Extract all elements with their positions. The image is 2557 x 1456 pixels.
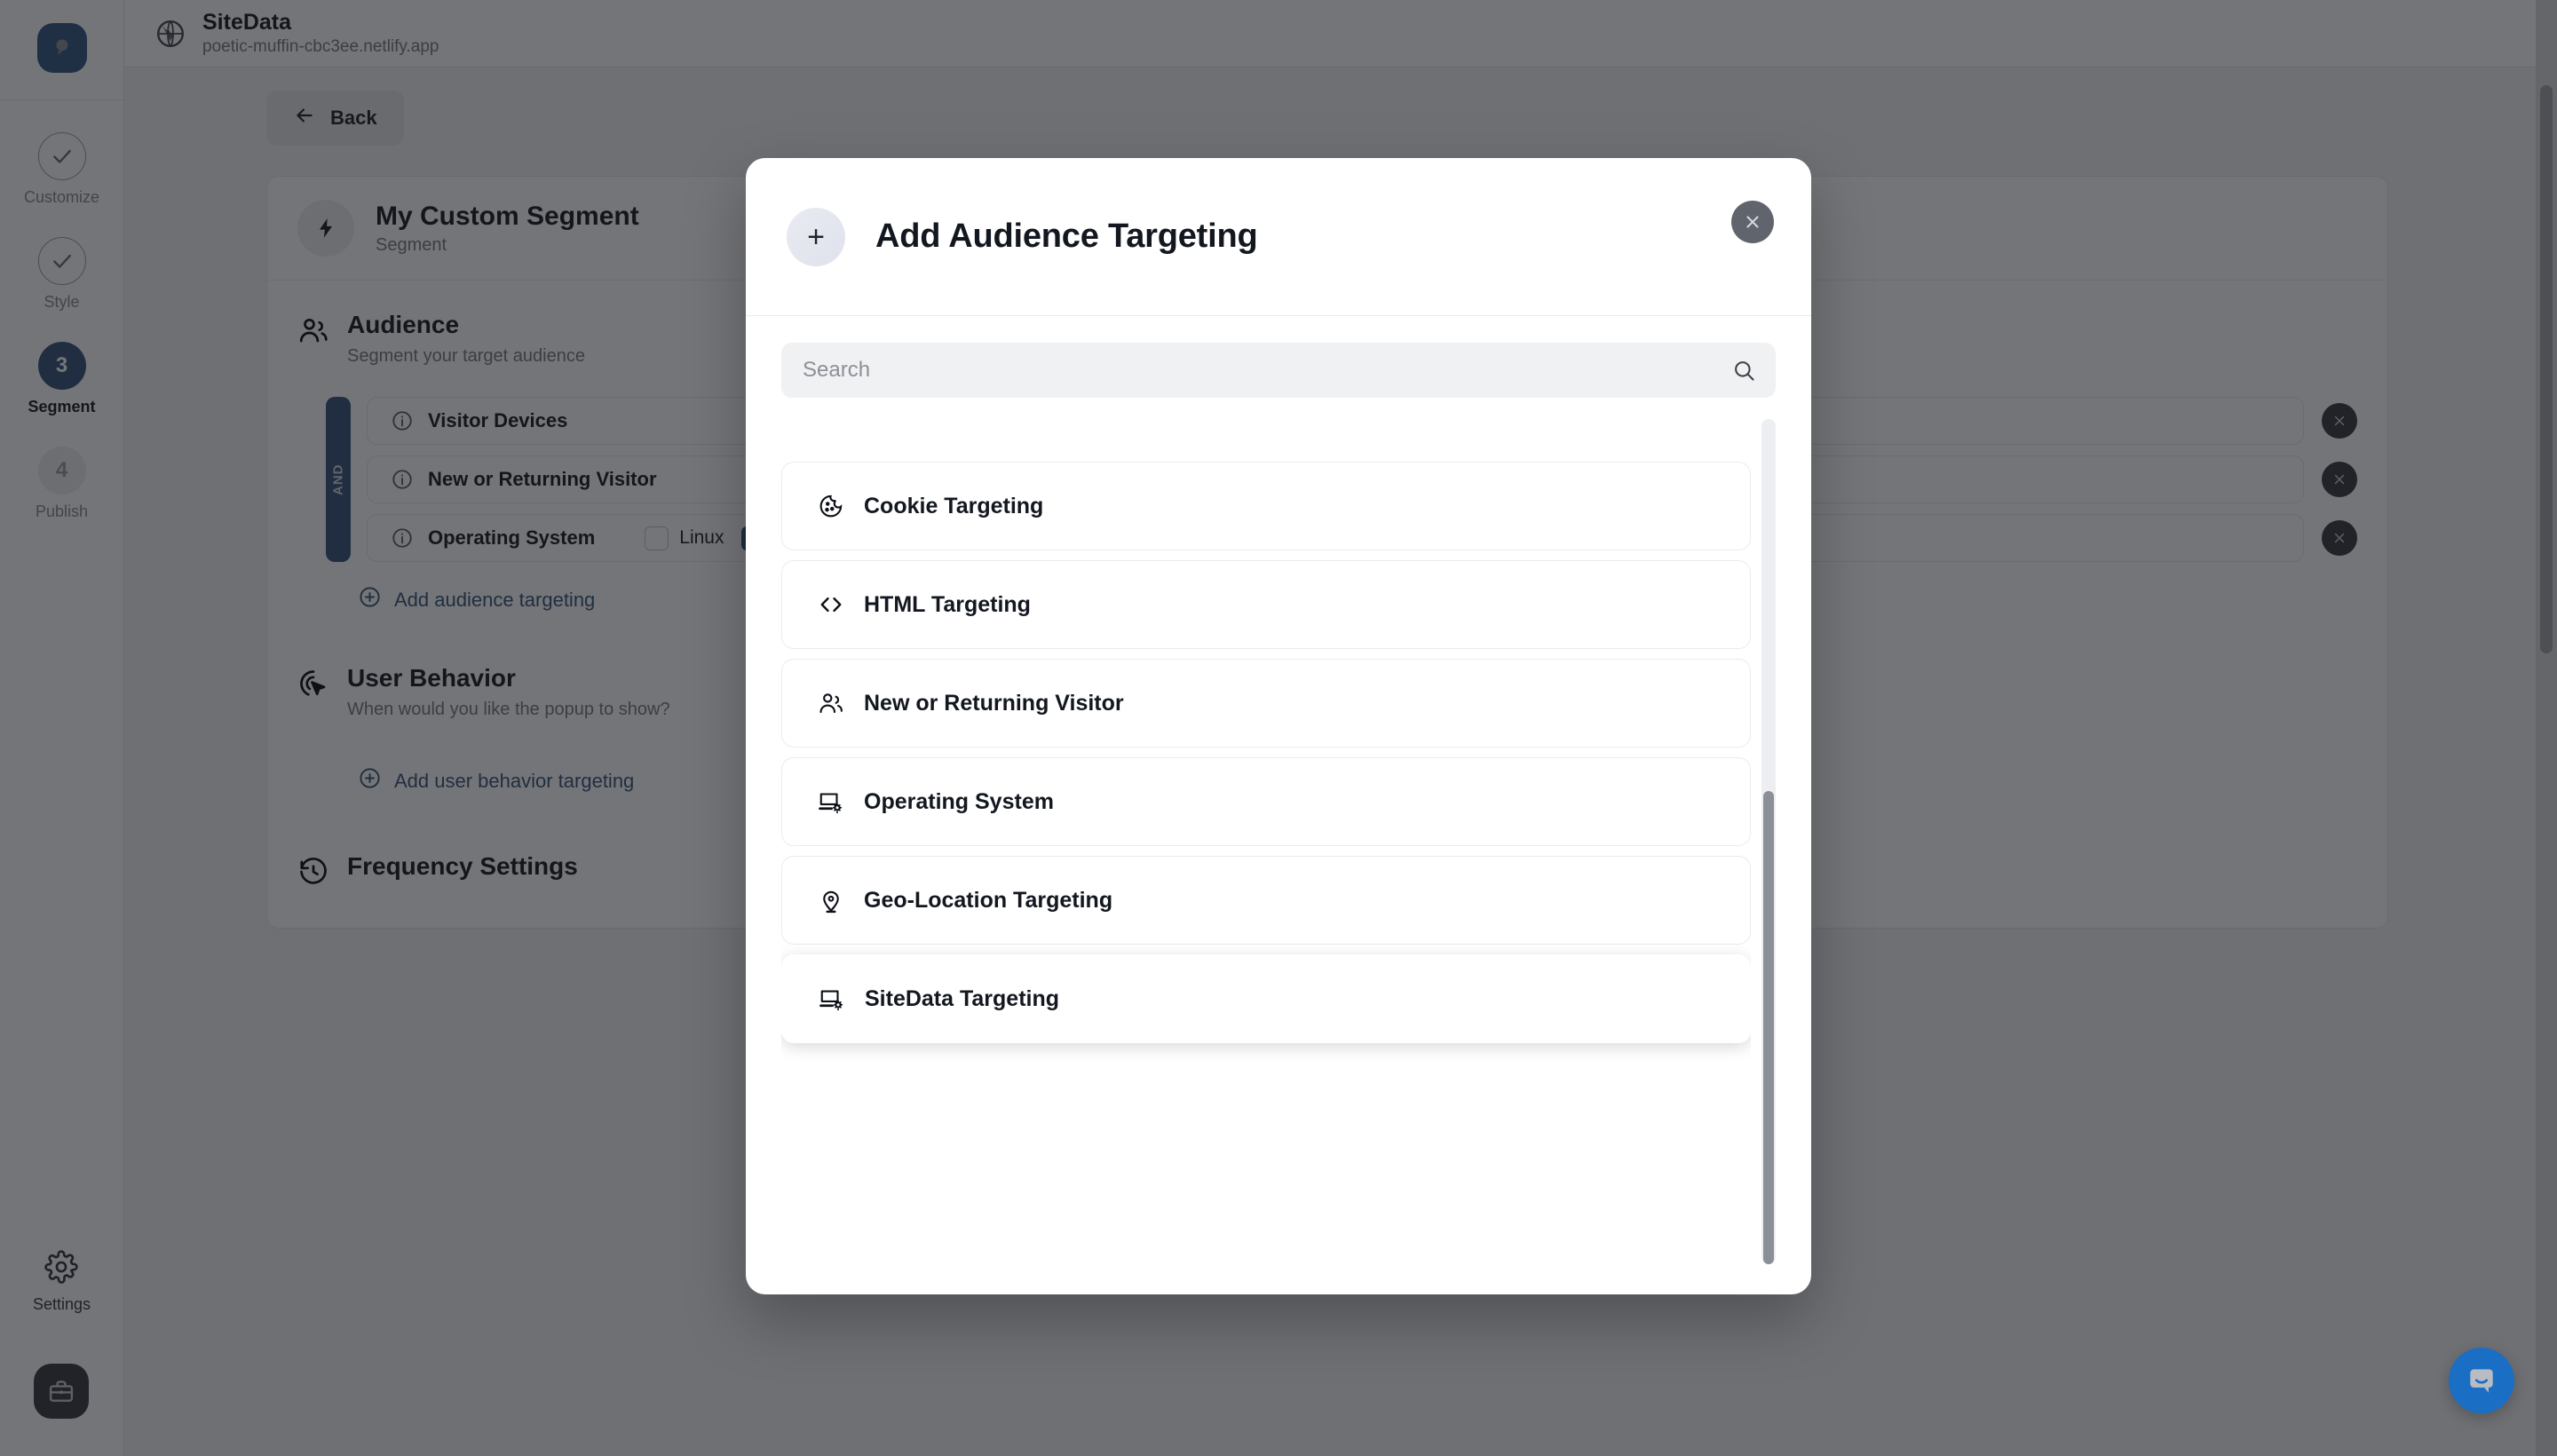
list-item-cookie-targeting[interactable]: Cookie Targeting: [781, 462, 1751, 550]
monitor-gear-icon: [818, 788, 844, 815]
list-item-html-targeting[interactable]: HTML Targeting: [781, 560, 1751, 649]
list-item-label: HTML Targeting: [864, 592, 1031, 618]
targeting-options-list[interactable]: Cookie Targeting HTML Targeting New or R…: [781, 419, 1751, 1264]
list-item-label: Operating System: [864, 789, 1054, 815]
list-item-new-or-returning-visitor[interactable]: New or Returning Visitor: [781, 659, 1751, 748]
search-input[interactable]: Search: [781, 343, 1776, 398]
users-icon: [818, 690, 844, 716]
add-audience-targeting-modal: + Add Audience Targeting Search: [746, 158, 1811, 1294]
map-pin-icon: [818, 887, 844, 914]
list-item-label: Cookie Targeting: [864, 494, 1043, 519]
monitor-gear-icon: [819, 985, 845, 1012]
list-item-label: Geo-Location Targeting: [864, 888, 1112, 914]
cookie-icon: [818, 493, 844, 519]
search-icon: [1731, 358, 1756, 383]
modal-list-scrollbar-thumb[interactable]: [1763, 791, 1774, 1264]
list-item-label: SiteData Targeting: [865, 986, 1059, 1012]
chat-bubble-icon[interactable]: [2449, 1348, 2514, 1413]
modal-body: Search Cookie Targeting: [746, 316, 1811, 1294]
close-icon[interactable]: [1731, 201, 1774, 243]
list-item-sitedata-targeting[interactable]: SiteData Targeting: [781, 954, 1751, 1043]
plus-icon: +: [787, 208, 845, 266]
code-icon: [818, 591, 844, 618]
list-item-geo-location-targeting[interactable]: Geo-Location Targeting: [781, 856, 1751, 945]
modal-header: + Add Audience Targeting: [746, 158, 1811, 316]
targeting-options-list-wrapper: Cookie Targeting HTML Targeting New or R…: [781, 419, 1776, 1264]
modal-list-scrollbar[interactable]: [1761, 419, 1776, 1264]
modal-title: Add Audience Targeting: [875, 218, 1258, 256]
search-placeholder: Search: [803, 358, 870, 383]
list-item-operating-system[interactable]: Operating System: [781, 757, 1751, 846]
list-item-label: New or Returning Visitor: [864, 691, 1124, 716]
